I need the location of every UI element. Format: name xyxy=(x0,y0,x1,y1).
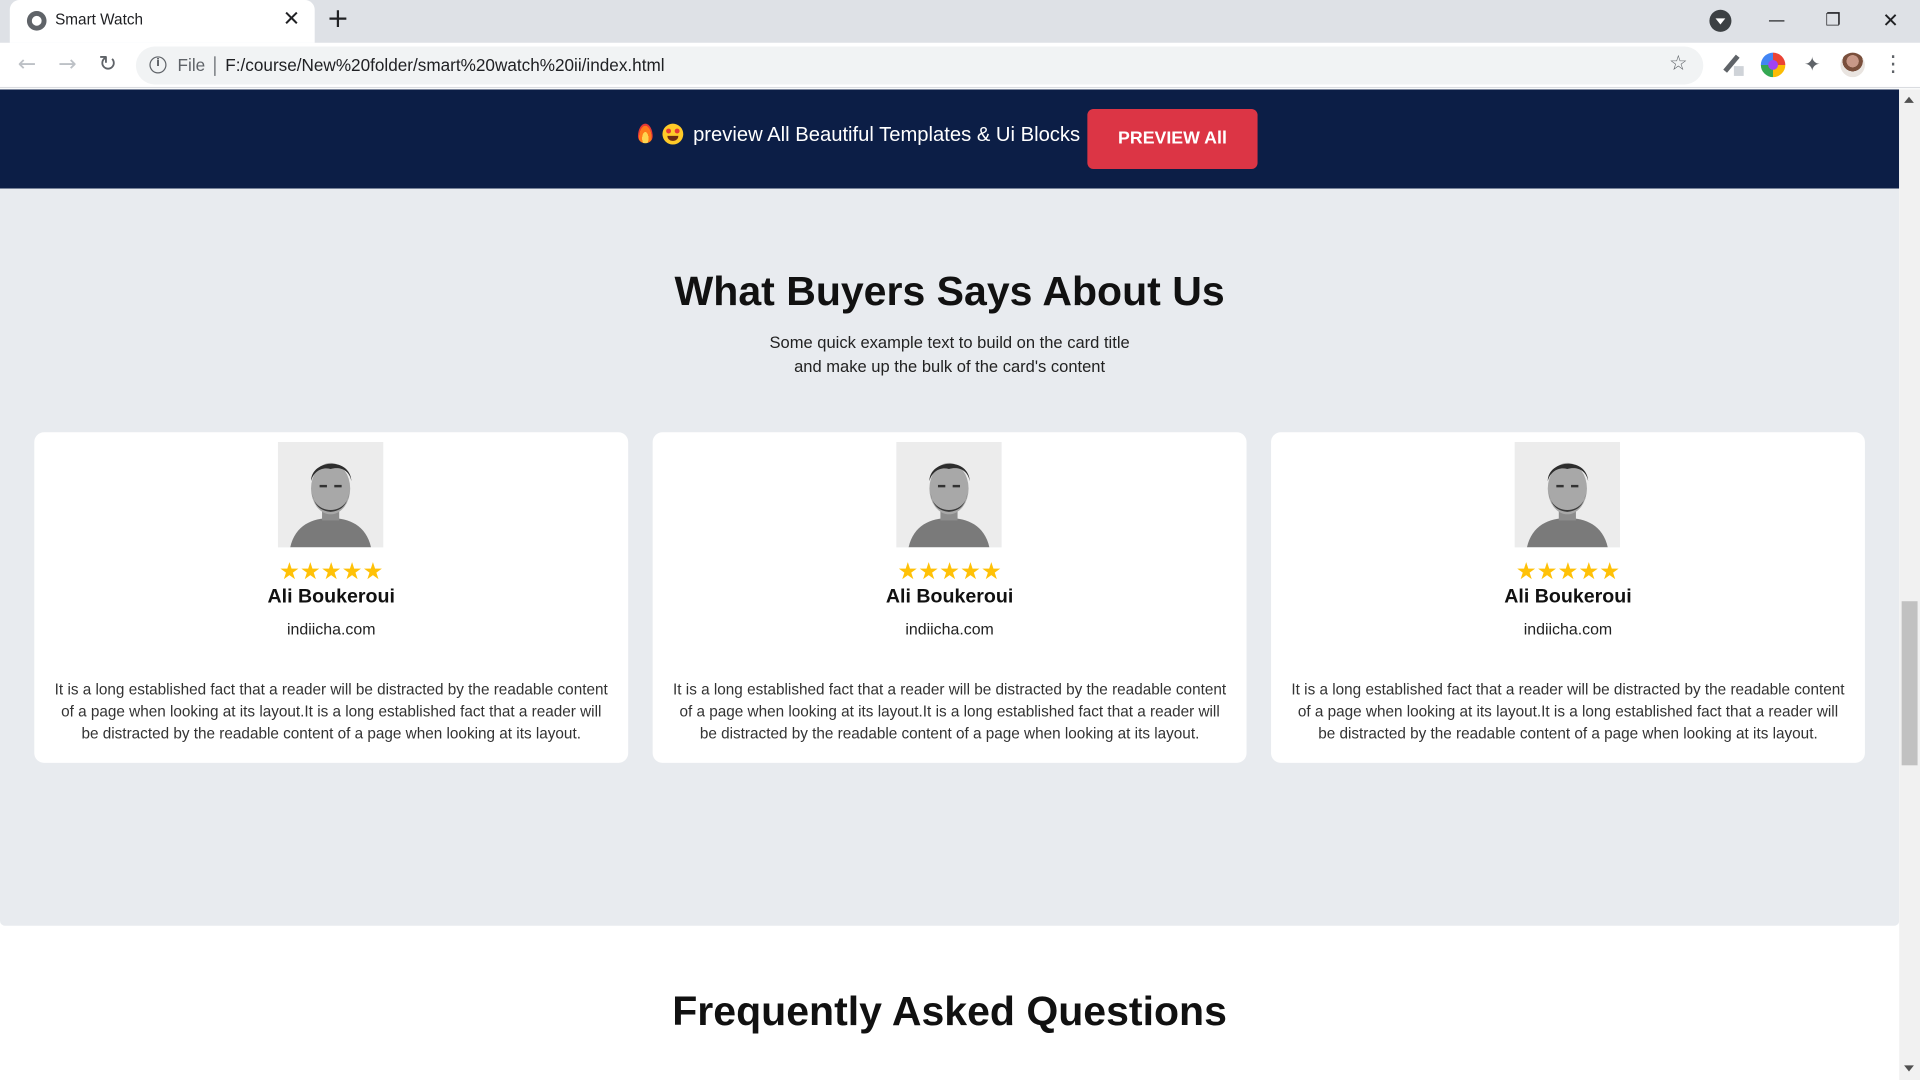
rating-stars: ★★★★★ xyxy=(1271,560,1865,584)
tab-close-icon[interactable]: ✕ xyxy=(279,7,303,31)
browser-toolbar: ← → ↻ i File F:/course/New%20folder/smar… xyxy=(0,42,1920,89)
star-icon: ★ xyxy=(320,558,342,586)
reviewer-site: indiicha.com xyxy=(905,619,994,638)
testimonial-card: ★★★★★ Ali Boukeroui indiicha.com It is a… xyxy=(1271,432,1865,763)
reviewer-name: Ali Boukeroui xyxy=(885,586,1014,608)
url-scheme: File xyxy=(177,55,206,75)
star-icon: ★ xyxy=(299,558,321,586)
eyedropper-extension-icon[interactable] xyxy=(1719,53,1744,77)
reload-button[interactable]: ↻ xyxy=(93,50,122,79)
tab-search-icon[interactable] xyxy=(1709,9,1732,32)
star-icon: ★ xyxy=(279,558,300,586)
banner-text: preview All Beautiful Templates & Ui Blo… xyxy=(693,123,1081,146)
subtitle-line-2: and make up the bulk of the card's conte… xyxy=(794,357,1106,376)
star-icon: ★ xyxy=(1536,558,1558,586)
minimize-button[interactable]: — xyxy=(1762,6,1791,35)
browser-tabstrip: Smart Watch ✕ + — ❐ ✕ xyxy=(0,0,1920,43)
extensions-puzzle-icon[interactable]: ✦ xyxy=(1800,53,1824,77)
restore-button[interactable]: ❐ xyxy=(1818,6,1847,35)
scroll-up-icon[interactable] xyxy=(1904,96,1914,103)
window-close-button[interactable]: ✕ xyxy=(1876,6,1905,35)
testimonials-title: What Buyers Says About Us xyxy=(674,269,1225,315)
rating-stars: ★★★★★ xyxy=(34,560,628,584)
color-picker-extension-icon[interactable] xyxy=(1760,52,1786,78)
address-bar[interactable]: i File F:/course/New%20folder/smart%20wa… xyxy=(135,46,1704,85)
star-icon: ★ xyxy=(1557,558,1579,586)
avatar xyxy=(896,442,1002,548)
avatar xyxy=(277,442,384,548)
reviewer-site: indiicha.com xyxy=(286,619,376,638)
reviewer-site: indiicha.com xyxy=(1523,619,1613,638)
page-scrollbar[interactable] xyxy=(1899,89,1920,1080)
star-icon: ★ xyxy=(918,558,940,586)
star-icon: ★ xyxy=(897,558,919,586)
subtitle-line-1: Some quick example text to build on the … xyxy=(769,333,1130,352)
info-icon[interactable]: i xyxy=(149,56,167,74)
reviewer-name: Ali Boukeroui xyxy=(267,586,395,608)
star-icon: ★ xyxy=(1599,558,1621,586)
bookmark-star-icon[interactable]: ☆ xyxy=(1669,51,1688,75)
testimonials-section: What Buyers Says About Us Some quick exa… xyxy=(0,188,1900,926)
url-text[interactable]: F:/course/New%20folder/smart%20watch%20i… xyxy=(225,55,664,75)
star-icon: ★ xyxy=(341,558,363,586)
scrollbar-thumb[interactable] xyxy=(1901,601,1918,766)
globe-icon xyxy=(26,11,47,31)
browser-menu-icon[interactable]: ⋮ xyxy=(1881,50,1905,79)
star-icon: ★ xyxy=(960,558,981,586)
page-viewport: preview All Beautiful Templates & Ui Blo… xyxy=(0,89,1900,1080)
back-button[interactable]: ← xyxy=(12,50,41,79)
tab-title: Smart Watch xyxy=(55,11,143,29)
review-text: It is a long established fact that a rea… xyxy=(1291,680,1845,743)
banner-message: preview All Beautiful Templates & Ui Blo… xyxy=(637,123,1081,147)
testimonial-card: ★★★★★ Ali Boukeroui indiicha.com It is a… xyxy=(652,432,1247,763)
fire-icon xyxy=(637,123,653,144)
profile-avatar[interactable] xyxy=(1840,52,1865,78)
preview-all-button[interactable]: PREVIEW All xyxy=(1087,108,1258,169)
promo-banner: preview All Beautiful Templates & Ui Blo… xyxy=(0,89,1900,189)
star-icon: ★ xyxy=(939,558,961,586)
new-tab-button[interactable]: + xyxy=(323,6,352,35)
avatar xyxy=(1514,442,1621,548)
url-separator xyxy=(214,56,216,76)
scroll-down-icon[interactable] xyxy=(1904,1065,1914,1072)
review-text: It is a long established fact that a rea… xyxy=(54,680,608,743)
review-text: It is a long established fact that a rea… xyxy=(673,680,1227,743)
reviewer-name: Ali Boukeroui xyxy=(1504,586,1632,608)
testimonial-card: ★★★★★ Ali Boukeroui indiicha.com It is a… xyxy=(34,432,629,763)
star-icon: ★ xyxy=(362,558,384,586)
faq-title: Frequently Asked Questions xyxy=(672,989,1227,1035)
forward-button[interactable]: → xyxy=(53,50,82,79)
testimonials-subtitle: Some quick example text to build on the … xyxy=(0,331,1899,380)
star-icon: ★ xyxy=(1578,558,1600,586)
star-icon: ★ xyxy=(1515,558,1537,586)
star-struck-emoji-icon xyxy=(662,123,684,145)
browser-tab[interactable]: Smart Watch ✕ xyxy=(9,0,315,43)
star-icon: ★ xyxy=(980,558,1002,586)
rating-stars: ★★★★★ xyxy=(653,560,1247,584)
